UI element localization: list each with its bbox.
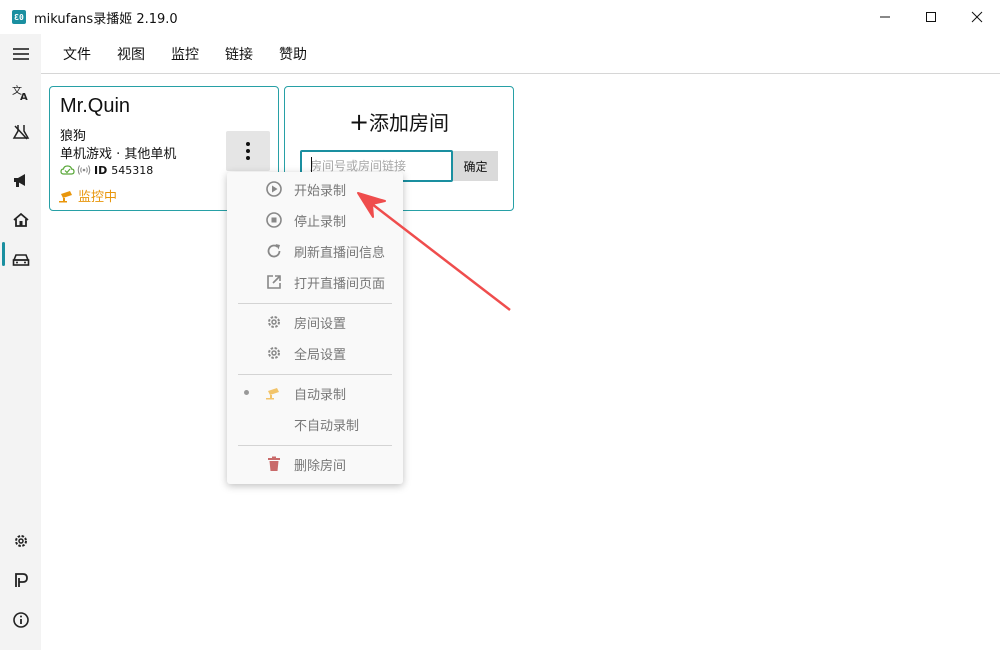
navigation-rail: 文A: [0, 34, 41, 650]
toolbox-button[interactable]: [0, 114, 41, 150]
gear-icon: [264, 343, 284, 363]
add-room-title-text: 添加房间: [369, 111, 450, 135]
menu-bar: 文件 视图 监控 链接 赞助: [41, 34, 1000, 74]
announcement-button[interactable]: [0, 162, 41, 198]
menu-item-delete-room[interactable]: 删除房间: [227, 449, 403, 479]
confirm-button[interactable]: 确定: [453, 151, 498, 181]
menu-item-open-page[interactable]: 打开直播间页面: [227, 267, 403, 297]
menu-item-no-auto-record[interactable]: 不自动录制: [227, 409, 403, 439]
room-context-menu: 开始录制 停止录制 刷新直播间信息 打开直播间页面 房间设置 全局设置 自动录制…: [227, 172, 403, 484]
menu-item-label: 不自动录制: [294, 418, 360, 434]
trash-icon: [264, 454, 284, 474]
maximize-icon: [926, 12, 936, 22]
menu-icon: [12, 48, 29, 60]
gear-icon: [14, 535, 27, 547]
title-bar: Ɛ0 mikufans录播姬 2.19.0: [0, 0, 1000, 34]
menu-separator: [238, 445, 392, 446]
cloud-check-icon: [60, 165, 75, 175]
megaphone-icon: [13, 174, 25, 187]
menu-file[interactable]: 文件: [63, 44, 91, 64]
menu-item-start-recording[interactable]: 开始录制: [227, 174, 403, 204]
add-room-title: +添加房间: [285, 107, 513, 136]
menu-sponsor[interactable]: 赞助: [279, 44, 307, 64]
close-icon: [971, 11, 983, 23]
toolbox-car-button[interactable]: [0, 242, 41, 278]
app-icon: Ɛ0: [12, 10, 26, 24]
lab-icon: [12, 125, 29, 140]
minimize-button[interactable]: [862, 0, 908, 34]
menu-view[interactable]: 视图: [117, 44, 145, 64]
room-id-value: 545318: [111, 163, 154, 177]
more-options-button[interactable]: [226, 131, 270, 171]
more-vertical-icon: [246, 142, 250, 160]
menu-item-label: 房间设置: [294, 316, 347, 332]
gear-icon: [264, 312, 284, 332]
refresh-icon: [264, 241, 284, 261]
plus-icon: +: [348, 108, 370, 136]
menu-monitor[interactable]: 监控: [171, 44, 199, 64]
menu-item-stop-recording[interactable]: 停止录制: [227, 205, 403, 235]
translate-icon: 文A: [12, 84, 28, 101]
home-icon: [12, 212, 29, 227]
parking-icon: [14, 573, 28, 587]
minimize-icon: [880, 16, 890, 18]
menu-separator: [238, 374, 392, 375]
menu-separator: [238, 303, 392, 304]
menu-item-label: 开始录制: [294, 183, 347, 199]
monitor-status-label: 监控中: [78, 190, 118, 205]
menu-item-auto-record[interactable]: 自动录制: [227, 378, 403, 408]
menu-toggle-button[interactable]: [0, 36, 41, 72]
room-id-row: ID 545318: [60, 163, 153, 177]
menu-item-room-settings[interactable]: 房间设置: [227, 307, 403, 337]
svg-text:A: A: [20, 92, 28, 101]
menu-item-label: 全局设置: [294, 347, 347, 363]
info-icon: [12, 612, 29, 628]
menu-item-label: 打开直播间页面: [294, 276, 386, 292]
menu-item-global-settings[interactable]: 全局设置: [227, 338, 403, 368]
room-category: 单机游戏 · 其他单机: [60, 147, 177, 162]
menu-item-refresh-info[interactable]: 刷新直播间信息: [227, 236, 403, 266]
car-icon: [12, 254, 29, 266]
window-controls: [862, 0, 1000, 34]
menu-item-label: 刷新直播间信息: [294, 245, 386, 261]
close-button[interactable]: [954, 0, 1000, 34]
window-title: mikufans录播姬 2.19.0: [34, 11, 178, 27]
camera-icon: [59, 190, 72, 202]
camera-icon: [264, 383, 284, 403]
maximize-button[interactable]: [908, 0, 954, 34]
room-id-label: ID: [94, 163, 108, 177]
log-button[interactable]: [0, 562, 41, 598]
room-name: Mr.Quin: [60, 95, 131, 117]
menu-item-label: 停止录制: [294, 214, 347, 230]
about-button[interactable]: [0, 602, 41, 638]
stop-circle-icon: [264, 210, 284, 230]
menu-item-label: 自动录制: [294, 387, 347, 403]
open-external-icon: [264, 272, 284, 292]
menu-item-label: 删除房间: [294, 458, 347, 474]
settings-button[interactable]: [0, 523, 41, 559]
selected-bullet-icon: [244, 390, 249, 395]
language-button[interactable]: 文A: [0, 74, 41, 110]
broadcast-icon: [77, 165, 91, 175]
play-circle-icon: [264, 179, 284, 199]
monitor-status: 监控中: [58, 186, 117, 205]
room-host: 狼狗: [60, 129, 87, 144]
menu-links[interactable]: 链接: [225, 44, 253, 64]
home-button[interactable]: [0, 202, 41, 238]
